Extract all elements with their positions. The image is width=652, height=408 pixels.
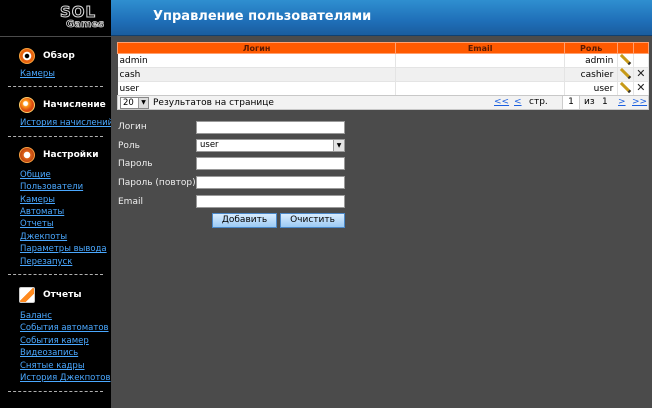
per-page-label: Результатов на странице xyxy=(153,97,274,108)
pencil-icon[interactable] xyxy=(620,68,630,78)
main-content: Логин Email Роль admin admin cash cashie… xyxy=(111,37,652,408)
column-header-login[interactable]: Логин xyxy=(116,42,397,54)
cell-role: user xyxy=(564,81,619,96)
sidebar-link-video-recording[interactable]: Видеозапись xyxy=(20,347,111,359)
sidebar-section-header: Отчеты xyxy=(0,283,111,307)
sidebar-section-title: Начисление xyxy=(43,100,106,111)
pencil-icon[interactable] xyxy=(620,82,630,92)
report-icon xyxy=(19,287,35,304)
role-select[interactable]: user ▼ xyxy=(196,139,345,152)
sidebar-section-header: Настройки xyxy=(0,143,111,167)
cell-delete: ✕ xyxy=(633,81,650,96)
sidebar-link-balance[interactable]: Баланс xyxy=(20,310,111,322)
gear-icon xyxy=(19,146,35,163)
cell-edit xyxy=(617,81,634,96)
login-label: Логин xyxy=(118,122,147,132)
cell-role: cashier xyxy=(564,67,619,82)
eye-icon xyxy=(19,48,35,64)
email-label: Email xyxy=(118,197,143,207)
page-label: стр. xyxy=(529,97,548,107)
per-page-value: 20 xyxy=(123,97,134,108)
table-row: user user ✕ xyxy=(117,81,650,96)
table-row: admin admin xyxy=(117,53,650,68)
password-repeat-label: Пароль (повтор) xyxy=(118,178,196,188)
sidebar-link-captured-frames[interactable]: Снятые кадры xyxy=(20,360,111,372)
sidebar-section-title: Отчеты xyxy=(43,290,82,301)
table-header-row: Логин Email Роль xyxy=(116,42,650,54)
sidebar-link-machines[interactable]: Автоматы xyxy=(20,206,111,218)
cell-login: cash xyxy=(117,67,397,82)
password-repeat-field[interactable] xyxy=(196,176,345,189)
sidebar-section-title: Настройки xyxy=(43,149,99,160)
logo-bottom-text: Games xyxy=(66,19,105,31)
cell-email xyxy=(395,81,566,96)
sidebar-section-header: Обзор xyxy=(0,44,111,68)
delete-icon[interactable]: ✕ xyxy=(636,67,645,80)
cell-edit xyxy=(617,53,634,68)
sidebar: Обзор Камеры Начисление История начислен… xyxy=(0,37,111,408)
role-select-value: user xyxy=(200,140,219,150)
delete-icon[interactable]: ✕ xyxy=(636,81,645,94)
of-label: из xyxy=(584,97,595,107)
add-button[interactable]: Добавить xyxy=(212,213,277,228)
sidebar-link-machine-events[interactable]: События автоматов xyxy=(20,322,111,334)
password-label: Пароль xyxy=(118,159,153,169)
sidebar-link-camera-events[interactable]: События камер xyxy=(20,335,111,347)
sidebar-link-accrual-history[interactable]: История начислений xyxy=(20,117,111,129)
current-page-input[interactable]: 1 xyxy=(562,96,580,109)
prev-page-link[interactable]: < xyxy=(514,97,522,107)
sidebar-link-general[interactable]: Общие xyxy=(20,169,111,181)
chevron-down-icon[interactable]: ▼ xyxy=(333,140,344,151)
next-page-link[interactable]: > xyxy=(618,97,626,107)
first-page-link[interactable]: << xyxy=(494,97,509,107)
app-header: SOL Games Управление пользователями xyxy=(0,0,652,36)
role-label: Роль xyxy=(118,141,140,151)
sidebar-divider xyxy=(8,390,103,392)
coin-icon xyxy=(19,97,35,114)
column-header-email[interactable]: Email xyxy=(395,42,566,54)
sidebar-section-title: Обзор xyxy=(43,51,75,61)
cell-email xyxy=(395,53,566,68)
cell-login: user xyxy=(117,81,397,96)
sidebar-link-restart[interactable]: Перезапуск xyxy=(20,256,111,268)
password-field[interactable] xyxy=(196,157,345,170)
per-page-select[interactable]: 20 ▼ xyxy=(120,96,149,109)
sidebar-link-cameras[interactable]: Камеры xyxy=(20,68,111,80)
cell-delete xyxy=(633,53,650,68)
last-page-link[interactable]: >> xyxy=(632,97,647,107)
users-table: Логин Email Роль admin admin cash cashie… xyxy=(116,42,650,96)
cell-delete: ✕ xyxy=(633,67,650,82)
column-header-role[interactable]: Роль xyxy=(564,42,619,54)
login-field[interactable] xyxy=(196,121,345,134)
cell-edit xyxy=(617,67,634,82)
chevron-down-icon[interactable]: ▼ xyxy=(138,97,148,108)
sidebar-link-reports[interactable]: Отчеты xyxy=(20,218,111,230)
page-title: Управление пользователями xyxy=(153,9,372,24)
logo: SOL Games xyxy=(0,0,111,36)
column-header-edit xyxy=(617,42,634,54)
sidebar-section-overview: Обзор Камеры xyxy=(0,37,111,88)
sidebar-link-cameras-settings[interactable]: Камеры xyxy=(20,194,111,206)
total-pages: 1 xyxy=(602,97,608,107)
table-row: cash cashier ✕ xyxy=(117,67,650,82)
sidebar-link-users[interactable]: Пользователи xyxy=(20,181,111,193)
sidebar-link-jackpots[interactable]: Джекпоты xyxy=(20,231,111,243)
sidebar-section-reports: Отчеты Баланс События автоматов События … xyxy=(0,275,111,392)
cell-role: admin xyxy=(564,53,619,68)
sidebar-link-jackpot-history[interactable]: История Джекпотов xyxy=(20,372,111,384)
column-header-delete xyxy=(632,42,650,54)
sidebar-link-output-params[interactable]: Параметры вывода xyxy=(20,243,111,255)
pencil-icon[interactable] xyxy=(620,54,630,64)
cell-email xyxy=(395,67,566,82)
sidebar-section-settings: Настройки Общие Пользователи Камеры Авто… xyxy=(0,137,111,276)
sidebar-section-accrual: Начисление История начислений xyxy=(0,87,111,137)
cell-login: admin xyxy=(117,53,397,68)
pagination-bar: 20 ▼ Результатов на странице << < стр. 1… xyxy=(117,95,649,110)
clear-button[interactable]: Очистить xyxy=(280,213,345,228)
email-field[interactable] xyxy=(196,195,345,208)
sidebar-section-header: Начисление xyxy=(0,93,111,117)
